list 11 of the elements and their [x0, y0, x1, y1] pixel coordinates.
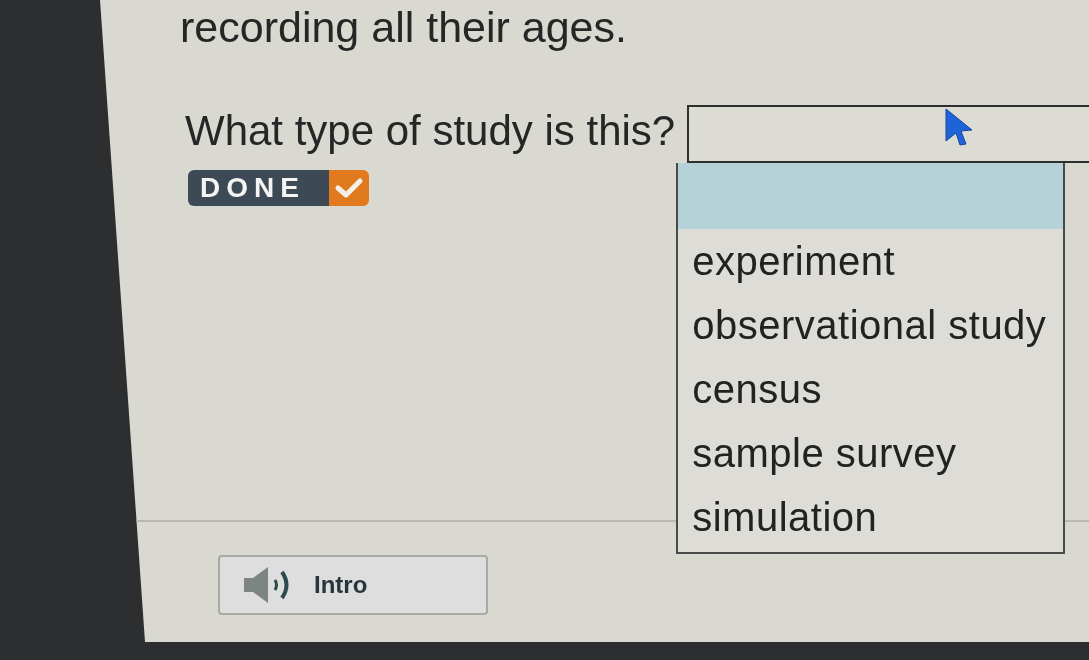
mouse-pointer-icon [945, 108, 974, 146]
intro-audio-button[interactable]: Intro [218, 555, 488, 615]
dropdown-option[interactable]: experiment [678, 229, 1064, 293]
question-text: What type of study is this? [185, 106, 676, 156]
dropdown-option[interactable]: observational study [678, 293, 1064, 357]
answer-dropdown[interactable] [687, 105, 1089, 163]
dropdown-option[interactable]: sample survey [678, 421, 1064, 485]
dropdown-option[interactable]: census [678, 357, 1064, 421]
done-label: DONE [188, 170, 329, 206]
dropdown-option[interactable]: simulation [678, 485, 1064, 549]
intro-sentence: recording all their ages. [179, 2, 628, 52]
